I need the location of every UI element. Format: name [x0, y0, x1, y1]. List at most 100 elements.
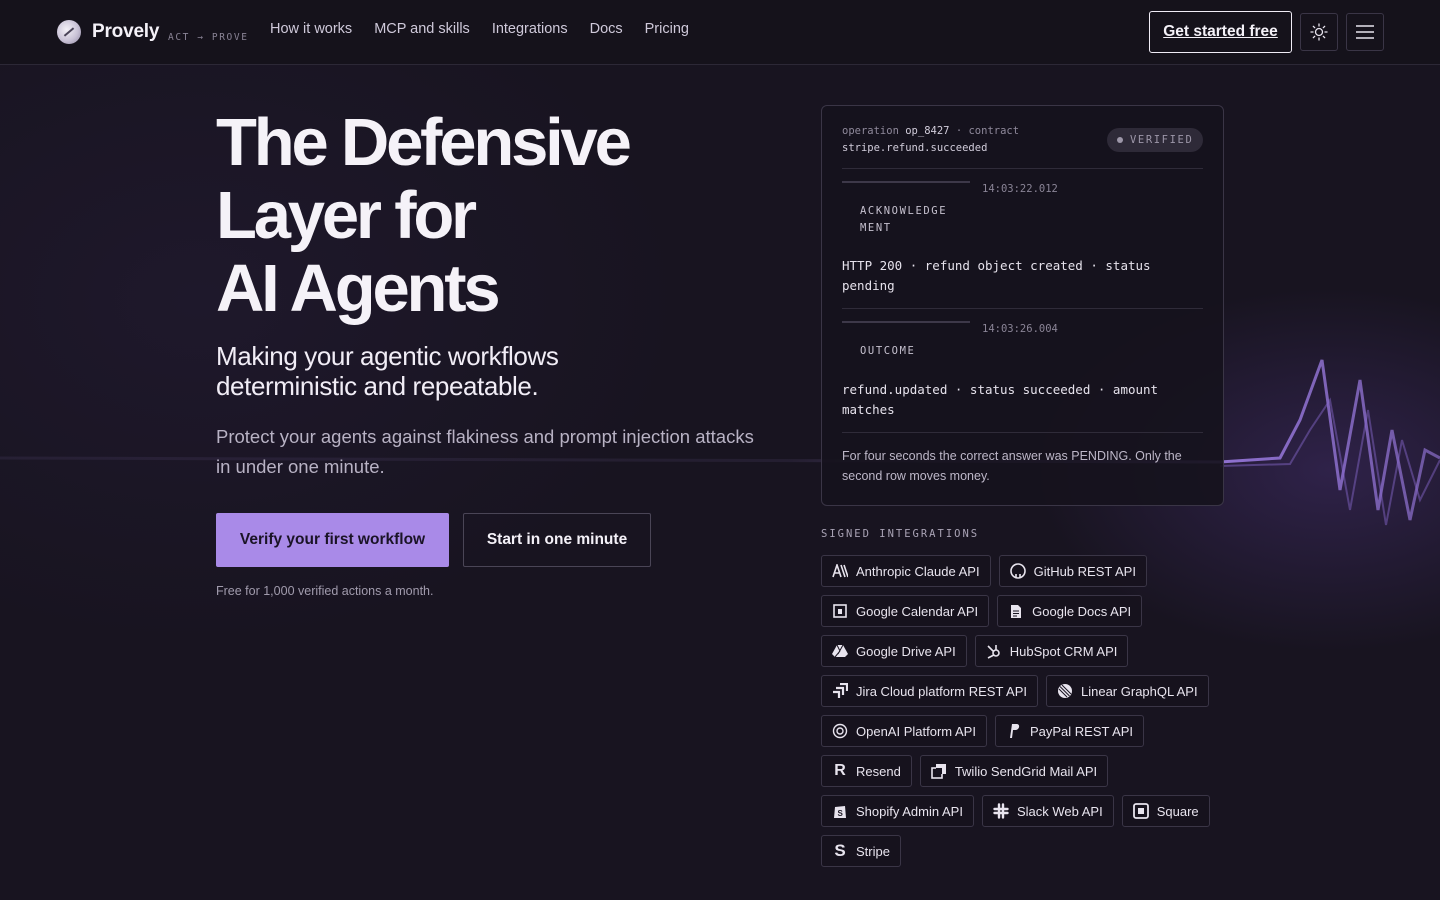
step-progress-bar [842, 181, 970, 183]
brand-logo[interactable]: Provely [57, 20, 159, 44]
resend-icon: R [834, 762, 846, 779]
nav-integrations[interactable]: Integrations [492, 21, 568, 37]
docs-icon [1008, 603, 1024, 619]
step-timestamp: 14:03:22.012 [982, 183, 1058, 195]
status-dot-icon [1117, 137, 1123, 143]
shopify-icon: S [832, 803, 848, 819]
divider [842, 308, 1203, 309]
integration-label: Google Calendar API [856, 603, 979, 619]
step-label: ACKNOWLEDGE MENT [860, 203, 947, 237]
hubspot-icon [986, 643, 1002, 659]
hamburger-icon [1356, 25, 1374, 39]
divider [842, 432, 1203, 433]
integration-row: S Stripe [821, 835, 1241, 867]
step-text: refund.updated · status succeeded · amou… [842, 382, 1159, 417]
integration-chip[interactable]: Slack Web API [981, 795, 1114, 827]
theme-toggle-button[interactable] [1300, 13, 1338, 51]
integration-label: PayPal REST API [1029, 723, 1134, 739]
divider [842, 168, 1203, 169]
integration-label: Resend [856, 763, 901, 779]
top-header: Provely ACT → PROVE How it works MCP and… [0, 0, 1440, 65]
integration-chip[interactable]: R Resend [821, 755, 912, 787]
paypal-icon [1006, 723, 1022, 739]
integration-row: Google Calendar API Google Docs API [821, 595, 1241, 627]
step-label: OUTCOME [860, 343, 915, 360]
hero-title: The Defensive Layer for AI Agents [216, 106, 776, 325]
integration-chip[interactable]: S Stripe [821, 835, 901, 867]
integration-label: Google Docs API [1032, 603, 1132, 619]
hero-description: Protect your agents against flakiness an… [216, 426, 754, 477]
integration-chip[interactable]: Anthropic Claude API [821, 555, 991, 587]
integration-chip[interactable]: Google Calendar API [821, 595, 990, 627]
hero-title-line: Layer for [216, 178, 477, 253]
integration-chip[interactable]: Google Docs API [997, 595, 1143, 627]
jira-icon [832, 683, 848, 699]
verified-badge: VERIFIED [1107, 128, 1204, 152]
integration-label: Slack Web API [1016, 803, 1103, 819]
integration-chip[interactable]: Square [1121, 795, 1210, 827]
operation-card: operation op_8427 · contract stripe.refu… [821, 105, 1224, 506]
main-nav: How it works MCP and skills Integrations… [270, 21, 689, 37]
square-icon [1132, 803, 1149, 819]
integration-label: Stripe [856, 843, 890, 859]
integration-chip[interactable]: Linear GraphQL API [1046, 675, 1209, 707]
integration-label: Shopify Admin API [856, 803, 963, 819]
integration-label: OpenAI Platform API [856, 723, 976, 739]
drive-icon [832, 643, 848, 659]
operation-header: operation op_8427 · contract stripe.refu… [842, 123, 1019, 157]
integrations-title: SIGNED INTEGRATIONS [821, 528, 980, 540]
step-label-line: ACKNOWLEDGE [860, 205, 948, 217]
nav-pricing[interactable]: Pricing [645, 21, 689, 37]
integration-label: Linear GraphQL API [1081, 683, 1198, 699]
calendar-icon [832, 603, 848, 619]
operation-id: op_8427 [905, 125, 950, 137]
contract-label: contract [968, 125, 1020, 137]
step-text: HTTP 200 · refund object created · statu… [842, 258, 1151, 293]
step-timestamp: 14:03:26.004 [982, 323, 1058, 335]
integration-chip[interactable]: GitHub REST API [998, 555, 1147, 587]
operation-label: operation [842, 125, 899, 137]
integration-chip[interactable]: Google Drive API [821, 635, 967, 667]
integration-chip[interactable]: Twilio SendGrid Mail API [919, 755, 1109, 787]
nav-docs[interactable]: Docs [590, 21, 623, 37]
hero-title-line: AI Agents [216, 251, 501, 326]
slack-icon [993, 803, 1009, 819]
get-started-button[interactable]: Get started free [1149, 11, 1292, 53]
integration-label: HubSpot CRM API [1009, 643, 1118, 659]
svg-text:S: S [838, 809, 844, 818]
step-label-line: MENT [860, 222, 892, 234]
integration-chip[interactable]: HubSpot CRM API [974, 635, 1129, 667]
menu-button[interactable] [1346, 13, 1384, 51]
integrations-list: Anthropic Claude API GitHub REST API Googl… [821, 555, 1241, 875]
operation-note: For four seconds the correct answer was … [842, 449, 1182, 483]
verified-badge-label: VERIFIED [1130, 134, 1194, 146]
brand-name: Provely [92, 21, 160, 42]
stripe-icon: S [834, 841, 846, 860]
openai-icon [832, 723, 848, 739]
integration-row: Google Drive API HubSpot CRM API [821, 635, 1241, 667]
integration-chip[interactable]: PayPal REST API [994, 715, 1145, 747]
integration-label: Google Drive API [856, 643, 956, 659]
integration-row: OpenAI Platform API PayPal REST API [821, 715, 1241, 747]
integration-chip[interactable]: Jira Cloud platform REST API [821, 675, 1038, 707]
sun-icon [1310, 23, 1328, 41]
step-label-line: OUTCOME [860, 345, 916, 357]
integration-label: Anthropic Claude API [856, 563, 980, 579]
integration-label: Twilio SendGrid Mail API [954, 763, 1098, 779]
integration-row: S Shopify Admin API Slack Web API Square [821, 795, 1241, 827]
brand-tagline: ACT → PROVE [168, 32, 249, 43]
integration-chip[interactable]: S Shopify Admin API [821, 795, 974, 827]
nav-mcp-and-skills[interactable]: MCP and skills [374, 21, 470, 37]
integration-label: Jira Cloud platform REST API [856, 683, 1027, 699]
nav-how-it-works[interactable]: How it works [270, 21, 352, 37]
logo-icon [57, 20, 81, 44]
step-progress-bar [842, 321, 970, 323]
integration-row: Jira Cloud platform REST API Linear Graph… [821, 675, 1241, 707]
verify-workflow-button[interactable]: Verify your first workflow [216, 513, 449, 567]
integration-chip[interactable]: OpenAI Platform API [821, 715, 987, 747]
linear-icon [1057, 683, 1073, 699]
sendgrid-icon [931, 763, 947, 779]
integration-label: GitHub REST API [1033, 563, 1136, 579]
integration-label: Square [1156, 803, 1199, 819]
start-one-minute-button[interactable]: Start in one minute [463, 513, 651, 567]
